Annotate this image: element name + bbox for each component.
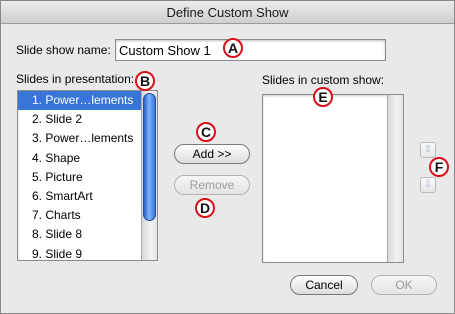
define-custom-show-dialog: Define Custom Show Slide show name: Slid… <box>0 0 455 314</box>
arrow-up-icon[interactable]: ⇧ <box>420 142 436 158</box>
list-item[interactable]: 7. Charts <box>18 206 141 225</box>
add-button[interactable]: Add >> <box>174 144 250 164</box>
callout-a: A <box>223 38 243 58</box>
callout-d: D <box>195 198 215 218</box>
callout-b: B <box>135 71 155 91</box>
list-item[interactable]: 2. Slide 2 <box>18 110 141 129</box>
arrow-down-icon[interactable]: ⇩ <box>420 177 436 193</box>
slide-show-name-input[interactable] <box>115 39 386 61</box>
custom-show-slides-list[interactable] <box>262 94 404 263</box>
presentation-slides-list[interactable]: 1. Power…lements 2. Slide 2 3. Power…lem… <box>17 90 158 261</box>
list-item[interactable]: 9. Slide 9 <box>18 245 141 261</box>
cancel-button[interactable]: Cancel <box>290 275 358 295</box>
list-item[interactable]: 4. Shape <box>18 149 141 168</box>
ok-button[interactable]: OK <box>371 275 437 295</box>
list-item[interactable]: 6. SmartArt <box>18 187 141 206</box>
presentation-list-scrollbar[interactable] <box>141 91 157 260</box>
list-item[interactable]: 8. Slide 8 <box>18 225 141 244</box>
callout-f: F <box>429 157 449 177</box>
list-item[interactable]: 5. Picture <box>18 168 141 187</box>
list-item[interactable]: 1. Power…lements <box>18 91 141 111</box>
window-title: Define Custom Show <box>1 1 454 24</box>
custom-show-list-scrollbar[interactable] <box>387 95 403 262</box>
callout-c: C <box>196 122 216 142</box>
callout-e: E <box>313 87 333 107</box>
scrollbar-thumb[interactable] <box>143 93 156 221</box>
slides-in-presentation-label: Slides in presentation: <box>16 72 135 86</box>
slides-in-custom-show-label: Slides in custom show: <box>262 73 385 87</box>
slide-show-name-label: Slide show name: <box>16 43 111 57</box>
remove-button[interactable]: Remove <box>174 175 250 195</box>
list-item[interactable]: 3. Power…lements <box>18 129 141 148</box>
